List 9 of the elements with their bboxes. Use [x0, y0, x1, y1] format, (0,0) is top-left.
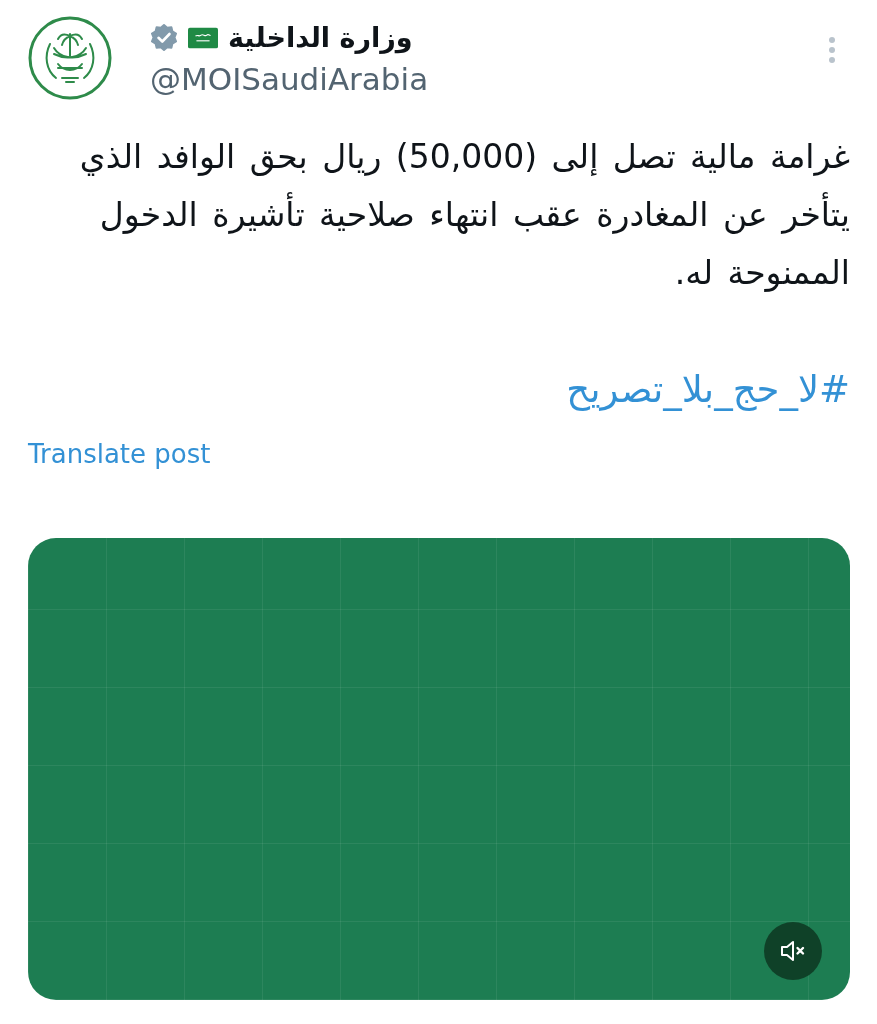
speaker-muted-icon [780, 940, 806, 962]
account-handle[interactable]: @MOISaudiArabia [150, 60, 429, 98]
account-name[interactable]: وزارة الداخلية [228, 16, 413, 60]
post-text: غرامة مالية تصل إلى (50,000) ريال بحق الوافد الذي يتأخر عن المغادرة عقب انتهاء صلاحية تأشيرة الدخول الممنوحة له. [78, 136, 850, 294]
translate-link[interactable]: Translate post [28, 439, 211, 469]
mute-button[interactable] [764, 922, 822, 980]
palm-emblem-icon[interactable] [28, 16, 112, 100]
flag-icon [188, 27, 218, 49]
hashtag-link[interactable]: #لا_حج_بلا_تصريح [566, 368, 850, 411]
